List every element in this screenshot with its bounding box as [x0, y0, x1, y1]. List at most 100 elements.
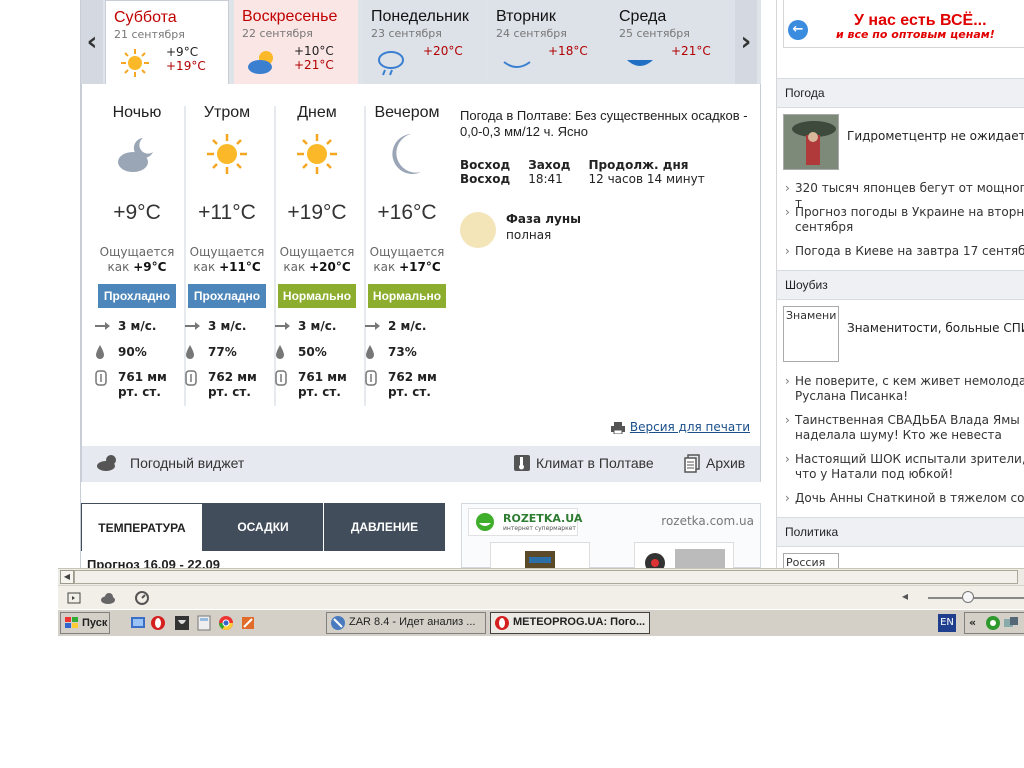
- comfort-badge: Прохладно: [188, 284, 266, 308]
- show-desktop-icon[interactable]: [130, 615, 146, 631]
- tab-temperature[interactable]: ТЕМПЕРАТУРА: [81, 503, 203, 551]
- rozetka-logo[interactable]: ROZETKA.UA интернет супермаркет: [468, 508, 582, 536]
- smiley-logo-icon: [476, 513, 494, 531]
- task-zar[interactable]: ZAR 8.4 - Идет анализ ...: [326, 612, 486, 634]
- news-item[interactable]: Дочь Анны Снаткиной в тяжелом сост: [783, 491, 1024, 506]
- day-tab-wednesday[interactable]: Среда 25 сентября +21°C: [611, 0, 735, 84]
- news-featured-title[interactable]: Гидрометцентр не ожидает но наводнений в…: [847, 128, 1024, 144]
- rozetka-ad[interactable]: ROZETKA.UA интернет супермаркет rozetka.…: [461, 503, 761, 568]
- period-night: Ночью +9°C Ощущается как +9°C Прохладно 3…: [94, 104, 180, 410]
- alien-app-icon[interactable]: [174, 615, 190, 631]
- speed-dial-icon[interactable]: [134, 590, 150, 606]
- wind-arrow-icon: [185, 322, 200, 330]
- weather-summary: Погода в Полтаве: Без существенных осадк…: [460, 108, 748, 139]
- tab-pressure[interactable]: ДАВЛЕНИЕ: [324, 503, 445, 551]
- feels-like: Ощущается как +20°C: [274, 245, 360, 275]
- weather-featured-news[interactable]: Гидрометцентр не ожидает но наводнений в…: [783, 114, 1024, 172]
- period-name: Вечером: [374, 104, 440, 121]
- daylength-value: 12 часов 14 минут: [588, 172, 705, 186]
- calculator-icon[interactable]: [196, 615, 212, 631]
- next-days-button[interactable]: ›: [735, 0, 757, 84]
- product-thumbnail: [645, 549, 725, 568]
- tool-app-icon[interactable]: [240, 615, 256, 631]
- news-featured-title[interactable]: Знаменитости, больные СПИД: [847, 320, 1024, 336]
- news-thumbnail[interactable]: Знамени: [783, 306, 839, 362]
- scroll-left-button[interactable]: ◀: [60, 570, 74, 584]
- zoom-out-button[interactable]: ◂: [902, 589, 914, 603]
- period-temp: +11°C: [198, 201, 256, 224]
- printer-icon: [610, 421, 625, 434]
- wind-row: 3 м/с.: [274, 318, 360, 334]
- day-name: Понедельник: [371, 8, 469, 25]
- climate-link[interactable]: Климат в Полтаве: [536, 455, 654, 471]
- tray-expand-button[interactable]: «: [969, 616, 976, 629]
- weather-widget-link[interactable]: Погодный виджет: [130, 455, 244, 471]
- showbiz-featured-news[interactable]: Знамени Знаменитости, больные СПИД: [783, 306, 1024, 364]
- politics-featured-news[interactable]: Россия: [783, 553, 1024, 568]
- detail-footer-bar: Погодный виджет Климат в Полтаве Архив: [82, 446, 760, 482]
- ad-domain[interactable]: rozetka.com.ua: [661, 514, 754, 528]
- news-item[interactable]: Таинственная СВАДЬБА Влада Ямы наделала …: [783, 413, 1024, 443]
- day-tab-monday[interactable]: Понедельник 23 сентября +20°C: [363, 0, 487, 84]
- pressure-value: 761 мм рт. ст.: [118, 370, 167, 400]
- news-item[interactable]: Погода в Киеве на завтра 17 сентября: [783, 244, 1024, 259]
- feels-like: Ощущается как +17°C: [364, 245, 450, 275]
- news-thumbnail[interactable]: [783, 114, 839, 170]
- day-tab-sunday[interactable]: Воскресенье 22 сентября +10°C +21°C: [234, 0, 358, 84]
- section-politics-header[interactable]: Политика: [777, 517, 1024, 547]
- drop-icon: [276, 345, 284, 359]
- promo-banner[interactable]: ← У нас есть ВСЁ... и все по оптовым цен…: [783, 0, 1024, 48]
- day-temps: +21°C: [671, 44, 711, 58]
- feels-label: Ощущается: [369, 245, 445, 259]
- section-showbiz-header[interactable]: Шоубиз: [777, 270, 1024, 300]
- rain-photo: [784, 115, 838, 169]
- section-weather-header[interactable]: Погода: [777, 78, 1024, 108]
- print-version-link[interactable]: Версия для печати: [610, 420, 750, 434]
- day-tab-tuesday[interactable]: Вторник 24 сентября +18°C: [488, 0, 612, 84]
- feels-value: +9°C: [133, 260, 167, 274]
- wind-row: 2 м/с.: [364, 318, 450, 334]
- feels-value: +11°C: [219, 260, 261, 274]
- start-button[interactable]: Пуск: [60, 612, 110, 634]
- scrollbar-thumb[interactable]: [74, 570, 1018, 584]
- ad-product-image[interactable]: [634, 542, 734, 568]
- day-name: Суббота: [114, 9, 177, 26]
- language-indicator[interactable]: EN: [938, 614, 956, 632]
- humidity-value: 90%: [118, 345, 147, 359]
- news-item[interactable]: Прогноз погоды в Украине на вторник сент…: [783, 205, 1024, 235]
- cloud-sync-icon[interactable]: [100, 590, 116, 606]
- horizontal-scrollbar[interactable]: ◀: [58, 568, 1024, 585]
- news-item[interactable]: Настоящий ШОК испытали зрители, у что у …: [783, 452, 1024, 482]
- product-thumbnail: [525, 551, 555, 568]
- wind-value: 3 м/с.: [298, 319, 337, 333]
- rozetka-logo-text: ROZETKA.UA: [503, 512, 583, 525]
- ad-product-image[interactable]: [490, 542, 590, 568]
- news-item[interactable]: Не поверите, с кем живет немолодая Русла…: [783, 374, 1024, 404]
- barometer-icon: [365, 370, 377, 386]
- feels-value: +17°C: [399, 260, 441, 274]
- network-tray-icon[interactable]: [1003, 615, 1019, 631]
- opera-icon[interactable]: [150, 615, 166, 631]
- day-name: Воскресенье: [242, 8, 338, 25]
- archive-link[interactable]: Архив: [706, 455, 745, 471]
- task-meteoprog[interactable]: METEOPROG.UA: Пого...: [490, 612, 650, 634]
- tab-precipitation[interactable]: ОСАДКИ: [203, 503, 323, 551]
- panel-toggle-icon[interactable]: [66, 590, 82, 606]
- antivirus-tray-icon[interactable]: [985, 615, 1001, 631]
- day-tab-saturday[interactable]: Суббота 21 сентября +9°C +19°C: [105, 0, 229, 86]
- feels-as: как: [283, 260, 306, 274]
- day-detail: Ночью +9°C Ощущается как +9°C Прохладно 3…: [81, 84, 761, 482]
- windows-taskbar: Пуск ZAR 8.4 - Идет анализ ... METEOPROG…: [58, 609, 1024, 636]
- zoom-slider-knob[interactable]: [962, 591, 974, 603]
- feels-as: как: [373, 260, 396, 274]
- wind-arrow-icon: [275, 322, 290, 330]
- task-label: METEOPROG.UA: Пого...: [513, 616, 646, 628]
- prev-days-button[interactable]: ‹: [81, 0, 103, 84]
- sunrise-header: Восход: [460, 158, 511, 172]
- zoom-slider[interactable]: [928, 597, 1024, 599]
- news-thumbnail[interactable]: Россия: [783, 553, 839, 568]
- temp-high: +21°C: [294, 58, 334, 72]
- chrome-icon[interactable]: [218, 615, 234, 631]
- period-name: Днем: [297, 104, 337, 121]
- back-arrow-icon[interactable]: ←: [788, 20, 808, 40]
